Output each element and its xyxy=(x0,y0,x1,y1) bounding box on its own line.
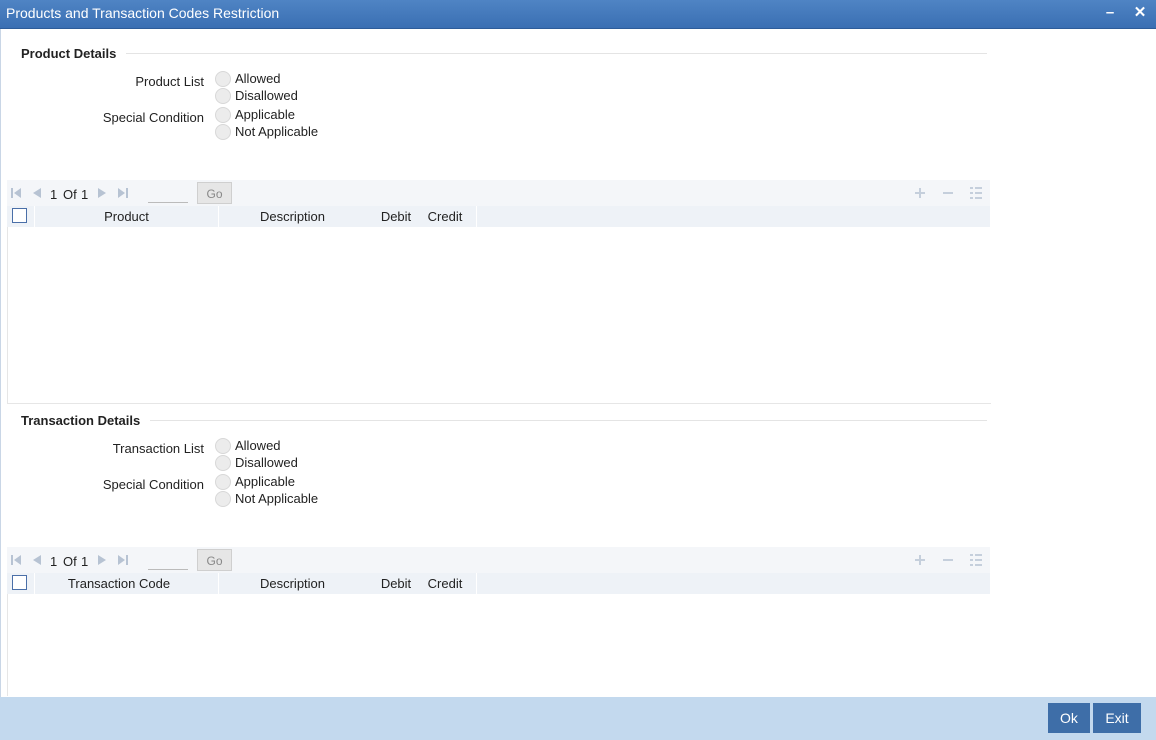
product-special-condition-label: Special Condition xyxy=(102,110,204,125)
column-separator xyxy=(476,573,477,594)
first-page-icon[interactable] xyxy=(10,554,22,566)
total-pages: 1 xyxy=(81,187,89,202)
transaction-list-allowed-radio[interactable] xyxy=(215,438,231,454)
product-table-header: Product Description Debit Credit xyxy=(7,206,990,227)
column-debit[interactable]: Debit xyxy=(377,209,415,224)
column-description[interactable]: Description xyxy=(219,209,366,224)
section-divider xyxy=(126,53,987,54)
next-page-icon[interactable] xyxy=(96,187,108,199)
transaction-pager: 1 Of 1 Go xyxy=(7,547,990,574)
single-view-icon[interactable] xyxy=(969,553,983,567)
go-button[interactable]: Go xyxy=(197,182,232,204)
previous-page-icon[interactable] xyxy=(31,187,43,199)
current-page: 1 xyxy=(50,554,58,569)
minimize-icon[interactable]: – xyxy=(1102,5,1118,21)
product-special-applicable-radio[interactable] xyxy=(215,107,231,123)
add-row-icon[interactable] xyxy=(913,186,927,200)
product-list-label: Product List xyxy=(135,74,204,89)
delete-row-icon[interactable] xyxy=(941,553,955,567)
transaction-special-not-applicable-radio[interactable] xyxy=(215,491,231,507)
column-product[interactable]: Product xyxy=(35,209,218,224)
ok-button[interactable]: Ok xyxy=(1048,703,1090,733)
page-number-input[interactable] xyxy=(148,551,188,570)
transaction-table-header: Transaction Code Description Debit Credi… xyxy=(7,573,990,594)
go-button[interactable]: Go xyxy=(197,549,232,571)
product-special-applicable-label: Applicable xyxy=(235,107,295,122)
current-page: 1 xyxy=(50,187,58,202)
add-row-icon[interactable] xyxy=(913,553,927,567)
previous-page-icon[interactable] xyxy=(31,554,43,566)
transaction-list-label: Transaction List xyxy=(112,441,204,456)
product-list-allowed-radio[interactable] xyxy=(215,71,231,87)
first-page-icon[interactable] xyxy=(10,187,22,199)
last-page-icon[interactable] xyxy=(117,187,129,199)
next-page-icon[interactable] xyxy=(96,554,108,566)
transaction-details-title: Transaction Details xyxy=(21,413,141,428)
window-title: Products and Transaction Codes Restricti… xyxy=(6,5,280,21)
page-of-label: Of xyxy=(63,554,77,569)
section-divider xyxy=(150,420,987,421)
product-pager: 1 Of 1 Go xyxy=(7,180,990,207)
last-page-icon[interactable] xyxy=(117,554,129,566)
single-view-icon[interactable] xyxy=(969,186,983,200)
select-all-checkbox[interactable] xyxy=(12,208,27,223)
column-credit[interactable]: Credit xyxy=(425,209,465,224)
window-titlebar: Products and Transaction Codes Restricti… xyxy=(0,0,1156,29)
product-list-disallowed-radio[interactable] xyxy=(215,88,231,104)
exit-button[interactable]: Exit xyxy=(1093,703,1141,733)
column-separator xyxy=(476,206,477,227)
footer-bar: Ok Exit xyxy=(0,697,1156,740)
transaction-table-body xyxy=(7,594,991,696)
transaction-special-applicable-radio[interactable] xyxy=(215,474,231,490)
product-list-allowed-label: Allowed xyxy=(235,71,281,86)
product-special-not-applicable-radio[interactable] xyxy=(215,124,231,140)
transaction-special-applicable-label: Applicable xyxy=(235,474,295,489)
select-all-checkbox[interactable] xyxy=(12,575,27,590)
page-number-input[interactable] xyxy=(148,184,188,203)
close-icon[interactable]: ✕ xyxy=(1132,5,1148,21)
transaction-list-disallowed-radio[interactable] xyxy=(215,455,231,471)
transaction-list-allowed-label: Allowed xyxy=(235,438,281,453)
total-pages: 1 xyxy=(81,554,89,569)
page-of-label: Of xyxy=(63,187,77,202)
column-credit[interactable]: Credit xyxy=(425,576,465,591)
product-list-disallowed-label: Disallowed xyxy=(235,88,298,103)
product-special-not-applicable-label: Not Applicable xyxy=(235,124,319,139)
column-debit[interactable]: Debit xyxy=(377,576,415,591)
product-table-body xyxy=(7,227,991,404)
transaction-special-not-applicable-label: Not Applicable xyxy=(235,491,319,506)
delete-row-icon[interactable] xyxy=(941,186,955,200)
column-description[interactable]: Description xyxy=(219,576,366,591)
product-details-title: Product Details xyxy=(21,46,117,61)
transaction-special-condition-label: Special Condition xyxy=(102,477,204,492)
transaction-list-disallowed-label: Disallowed xyxy=(235,455,298,470)
column-transaction-code[interactable]: Transaction Code xyxy=(35,576,203,591)
